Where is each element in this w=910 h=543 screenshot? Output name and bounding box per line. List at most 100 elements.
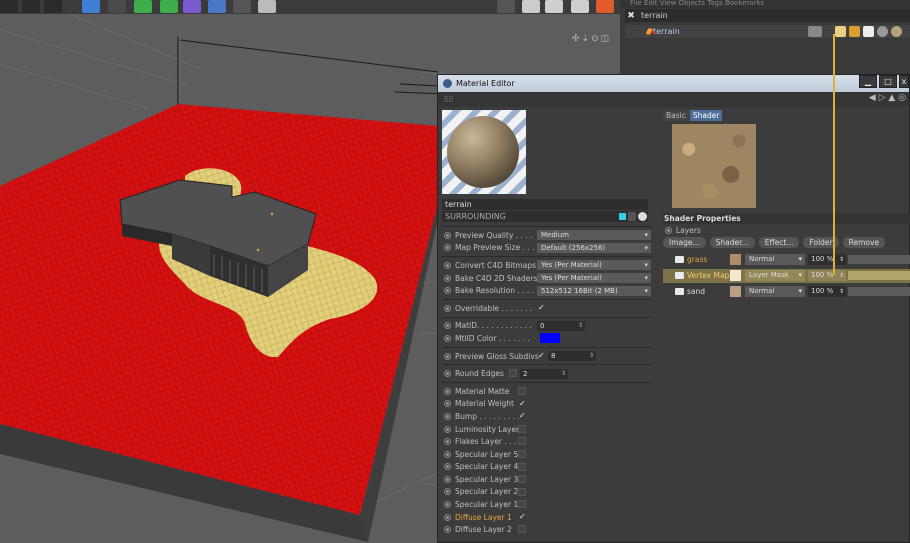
anim-radio[interactable]	[444, 450, 451, 458]
tab-basic[interactable]: Basic	[663, 110, 689, 121]
blend-mode-select[interactable]: Normal	[745, 254, 805, 265]
round-edges-input[interactable]: 2	[520, 368, 568, 379]
opacity-slider[interactable]	[848, 287, 910, 296]
anim-radio[interactable]	[444, 412, 451, 420]
anim-radio[interactable]	[444, 501, 451, 509]
navigation-arrows-icon[interactable]: ◀ ▷ ▲ ◎	[869, 93, 906, 103]
matid-input[interactable]: 0	[537, 320, 585, 331]
generator-icon[interactable]	[134, 0, 152, 13]
layer-swatch[interactable]	[730, 270, 741, 281]
visibility-dots-icon[interactable]	[808, 26, 822, 37]
render-view-icon[interactable]	[22, 0, 40, 13]
anim-radio[interactable]	[444, 261, 451, 269]
material-layer-checkbox[interactable]	[518, 424, 526, 433]
material-layer-checkbox[interactable]	[518, 449, 526, 458]
layer-swatch[interactable]	[730, 254, 741, 265]
object-row-terrain[interactable]: ⛺ terrain	[625, 25, 910, 38]
shapes-icon[interactable]	[545, 0, 563, 13]
anim-radio[interactable]	[444, 231, 451, 239]
anim-radio[interactable]	[444, 274, 451, 282]
dropdown-icon[interactable]	[628, 212, 636, 221]
play-icon[interactable]	[0, 0, 18, 13]
eye-icon[interactable]	[675, 256, 684, 263]
clear-search-icon[interactable]: ✖	[625, 11, 637, 21]
anim-radio[interactable]	[444, 425, 451, 433]
anim-radio[interactable]	[444, 488, 451, 496]
material-layer-checkbox[interactable]	[518, 525, 526, 534]
anim-radio[interactable]	[444, 352, 451, 360]
anim-radio[interactable]	[444, 334, 451, 342]
deformer-icon[interactable]	[183, 0, 201, 13]
map-preview-size-select[interactable]: Default (256x256)	[537, 242, 651, 253]
material-layer-checkbox[interactable]: ✓	[518, 412, 526, 420]
light-icon[interactable]	[258, 0, 276, 13]
anim-radio[interactable]	[444, 526, 451, 534]
shader-layer-row[interactable]: grass Normal100 %	[663, 253, 910, 267]
checker-tag-icon[interactable]	[863, 26, 874, 37]
camera-icon[interactable]	[233, 0, 251, 13]
shader-button[interactable]: Shader...	[709, 237, 755, 248]
opacity-slider[interactable]	[848, 255, 910, 264]
opacity-slider[interactable]	[848, 271, 910, 280]
blend-mode-select[interactable]: Normal	[745, 286, 805, 297]
render-settings-icon[interactable]	[44, 0, 62, 13]
material-layer-checkbox[interactable]: ✓	[518, 512, 526, 521]
anim-radio[interactable]	[444, 513, 451, 521]
array-icon[interactable]	[160, 0, 178, 13]
material-type-field[interactable]: SURROUNDING	[442, 211, 648, 222]
anim-radio[interactable]	[665, 226, 672, 234]
image-button[interactable]: Image...	[663, 237, 706, 248]
material-layer-checkbox[interactable]	[518, 386, 526, 395]
anim-radio[interactable]	[444, 244, 451, 252]
anim-radio[interactable]	[444, 475, 451, 483]
round-edges-checkbox[interactable]	[509, 369, 517, 378]
anim-radio[interactable]	[444, 400, 451, 408]
layer-swatch[interactable]	[730, 286, 741, 297]
grip-icon[interactable]: ⠿⠿	[443, 95, 454, 104]
anim-radio[interactable]	[444, 463, 451, 471]
blend-mode-select[interactable]: Layer Mask	[745, 270, 805, 281]
shader-preview[interactable]	[672, 124, 756, 208]
material-layer-checkbox[interactable]	[518, 487, 526, 496]
render-icon[interactable]	[497, 0, 515, 13]
bake-shaders-select[interactable]: Yes (Per Material)	[537, 273, 651, 284]
anim-radio[interactable]	[444, 370, 451, 378]
material-preview[interactable]	[442, 110, 526, 194]
opacity-input[interactable]: 100 %	[808, 286, 846, 297]
material-layer-checkbox[interactable]	[518, 437, 526, 446]
object-search-field[interactable]: ✖ terrain	[625, 9, 910, 22]
gloss-subdivs-input[interactable]: 8	[548, 351, 596, 362]
anim-radio[interactable]	[444, 304, 451, 312]
shader-layer-row[interactable]: Vertex Map Layer Mask100 %	[663, 269, 910, 283]
opacity-input[interactable]: 100 %	[808, 254, 846, 265]
object-manager-menu[interactable]: File Edit View Objects Tags Bookmarks	[620, 0, 910, 8]
floor-icon[interactable]	[208, 0, 226, 13]
title-bar[interactable]: Material Editor ▁ □ x	[438, 75, 909, 92]
eye-icon[interactable]	[675, 288, 684, 295]
preview-gloss-checkbox[interactable]: ✓	[537, 351, 545, 360]
eye-icon[interactable]	[675, 272, 684, 279]
material-layer-checkbox[interactable]	[518, 500, 526, 509]
material-sphere-icon[interactable]	[877, 26, 888, 37]
anim-radio[interactable]	[444, 287, 451, 295]
material-layer-checkbox[interactable]: ✓	[518, 399, 526, 408]
picker-icon[interactable]	[638, 212, 647, 221]
close-button[interactable]: x	[899, 75, 909, 88]
vertex-map-tag-icon[interactable]	[849, 26, 860, 37]
anim-radio[interactable]	[444, 438, 451, 446]
mtlid-color-swatch[interactable]	[540, 333, 560, 344]
material-layer-checkbox[interactable]	[518, 475, 526, 484]
remove-button[interactable]: Remove	[842, 237, 886, 248]
material-layer-checkbox[interactable]	[518, 462, 526, 471]
terrain-material-icon[interactable]	[891, 26, 902, 37]
opacity-input[interactable]: 100 %	[808, 270, 846, 281]
anim-radio[interactable]	[444, 387, 451, 395]
material-name-field[interactable]: terrain	[442, 199, 648, 210]
primitives-icon[interactable]	[571, 0, 589, 13]
material-tag-icon[interactable]	[835, 26, 846, 37]
anim-radio[interactable]	[444, 322, 451, 330]
preview-quality-select[interactable]: Medium	[537, 230, 651, 241]
minimize-button[interactable]: ▁	[859, 75, 877, 88]
edit-icon[interactable]	[522, 0, 540, 13]
spline-pen-icon[interactable]	[108, 0, 126, 13]
